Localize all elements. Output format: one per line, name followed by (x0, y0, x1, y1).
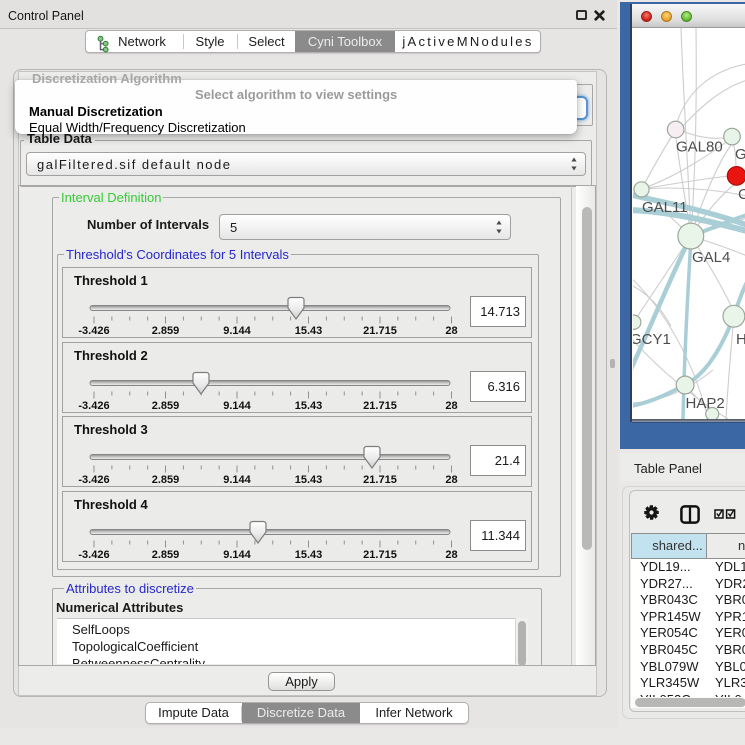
svg-text:Threshold 2: Threshold 2 (74, 348, 148, 363)
svg-text:28: 28 (445, 325, 457, 337)
svg-text:28: 28 (445, 474, 457, 486)
svg-text:GAL2: GAL2 (735, 146, 745, 163)
svg-text:CDC6: CDC6 (738, 186, 745, 203)
svg-text:2.859: 2.859 (152, 400, 180, 412)
svg-text:2.859: 2.859 (152, 549, 180, 561)
svg-text:HAP2: HAP2 (686, 395, 725, 412)
svg-text:15.43: 15.43 (295, 400, 323, 412)
svg-text:9.144: 9.144 (223, 549, 251, 561)
svg-text:GAL11: GAL11 (642, 199, 688, 216)
svg-text:2.859: 2.859 (152, 325, 180, 337)
svg-text:21.715: 21.715 (363, 474, 397, 486)
svg-text:-3.426: -3.426 (78, 325, 109, 337)
svg-text:15.43: 15.43 (295, 474, 323, 486)
svg-text:GAL4: GAL4 (692, 249, 730, 266)
svg-text:21.715: 21.715 (363, 400, 397, 412)
svg-text:Threshold 1: Threshold 1 (74, 273, 148, 288)
svg-text:GAL80: GAL80 (676, 139, 723, 156)
svg-text:21.715: 21.715 (363, 549, 397, 561)
svg-text:9.144: 9.144 (223, 325, 251, 337)
svg-text:-3.426: -3.426 (78, 400, 109, 412)
svg-text:HIS4: HIS4 (736, 331, 745, 348)
svg-text:15.43: 15.43 (295, 549, 323, 561)
svg-text:Threshold 4: Threshold 4 (74, 497, 148, 512)
svg-text:15.43: 15.43 (295, 325, 323, 337)
svg-text:21.715: 21.715 (363, 325, 397, 337)
svg-text:2.859: 2.859 (152, 474, 180, 486)
svg-text:-3.426: -3.426 (78, 549, 109, 561)
svg-text:-3.426: -3.426 (78, 474, 109, 486)
svg-text:28: 28 (445, 400, 457, 412)
svg-text:GCY1: GCY1 (633, 331, 671, 348)
svg-text:9.144: 9.144 (223, 400, 251, 412)
svg-text:Threshold 3: Threshold 3 (74, 422, 148, 437)
svg-text:28: 28 (445, 549, 457, 561)
svg-text:9.144: 9.144 (223, 474, 251, 486)
